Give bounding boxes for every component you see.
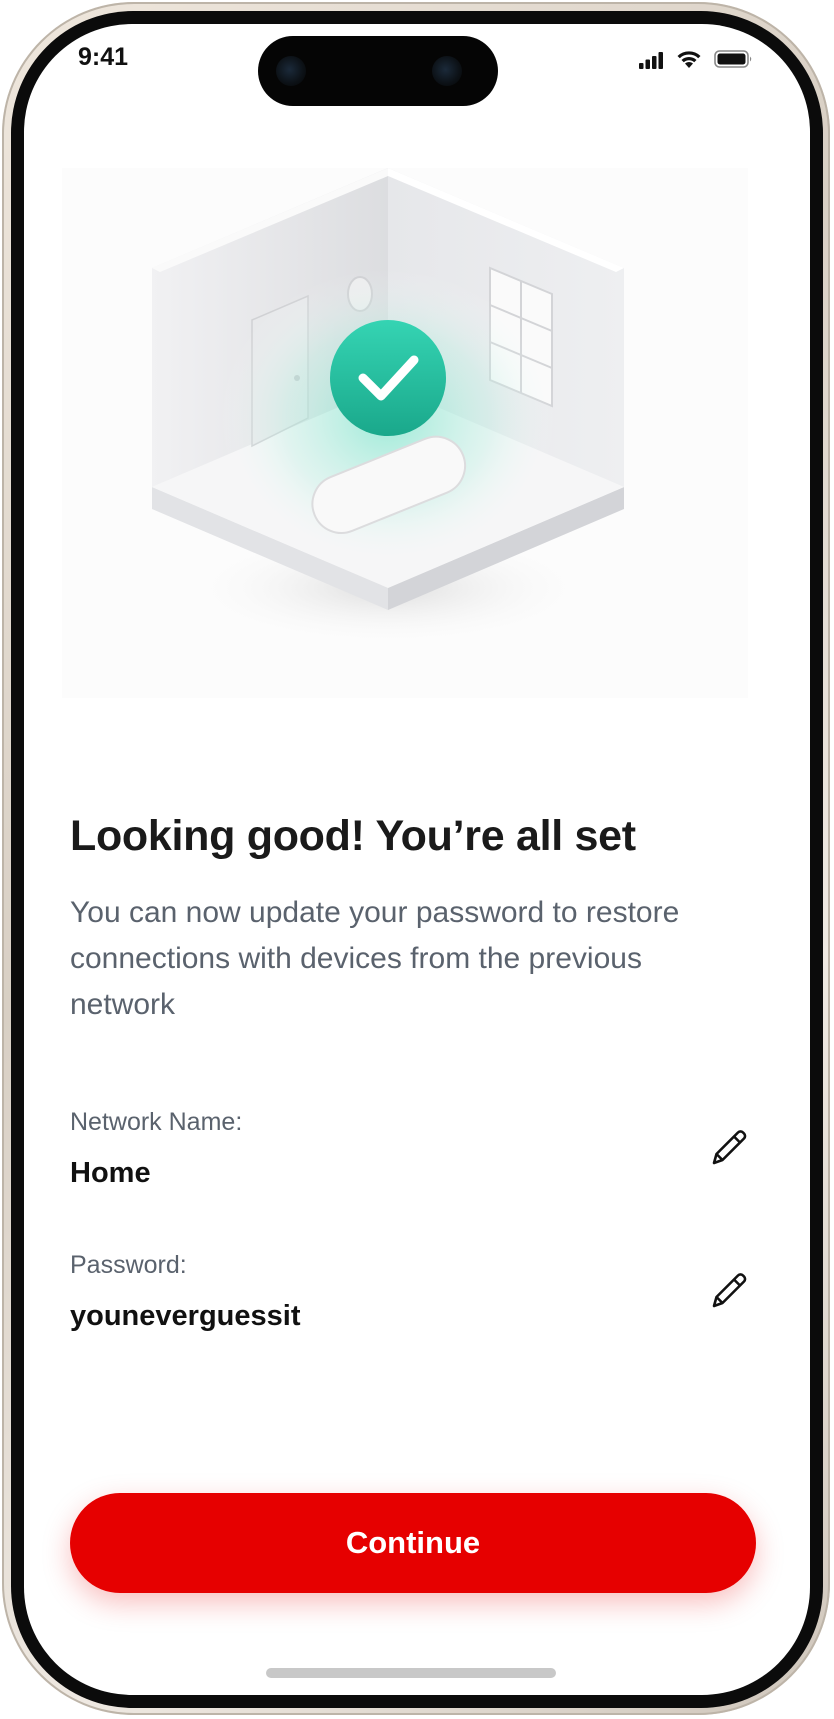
dynamic-island: [258, 36, 498, 106]
password-value: youneverguessit: [70, 1300, 301, 1332]
edit-password-button[interactable]: [704, 1265, 754, 1315]
camera-lens: [276, 56, 306, 86]
edit-network-name-button[interactable]: [704, 1122, 754, 1172]
hero-illustration: [62, 168, 748, 698]
password-label: Password:: [70, 1251, 187, 1279]
page-subtitle: You can now update your password to rest…: [70, 896, 680, 1021]
home-indicator[interactable]: [266, 1668, 556, 1678]
network-name-label: Network Name:: [70, 1108, 243, 1136]
pencil-icon: [712, 1130, 747, 1165]
network-name-value: Home: [70, 1157, 151, 1189]
wifi-icon: [677, 51, 701, 68]
room-illustration: [152, 168, 624, 648]
pencil-icon: [712, 1273, 747, 1308]
page-title: Looking good! You’re all set: [70, 812, 636, 860]
cellular-signal-icon: [639, 52, 663, 69]
sensor-lens: [432, 56, 462, 86]
battery-icon: [714, 50, 752, 68]
continue-button[interactable]: Continue: [70, 1493, 756, 1593]
status-time: 9:41: [78, 43, 129, 71]
